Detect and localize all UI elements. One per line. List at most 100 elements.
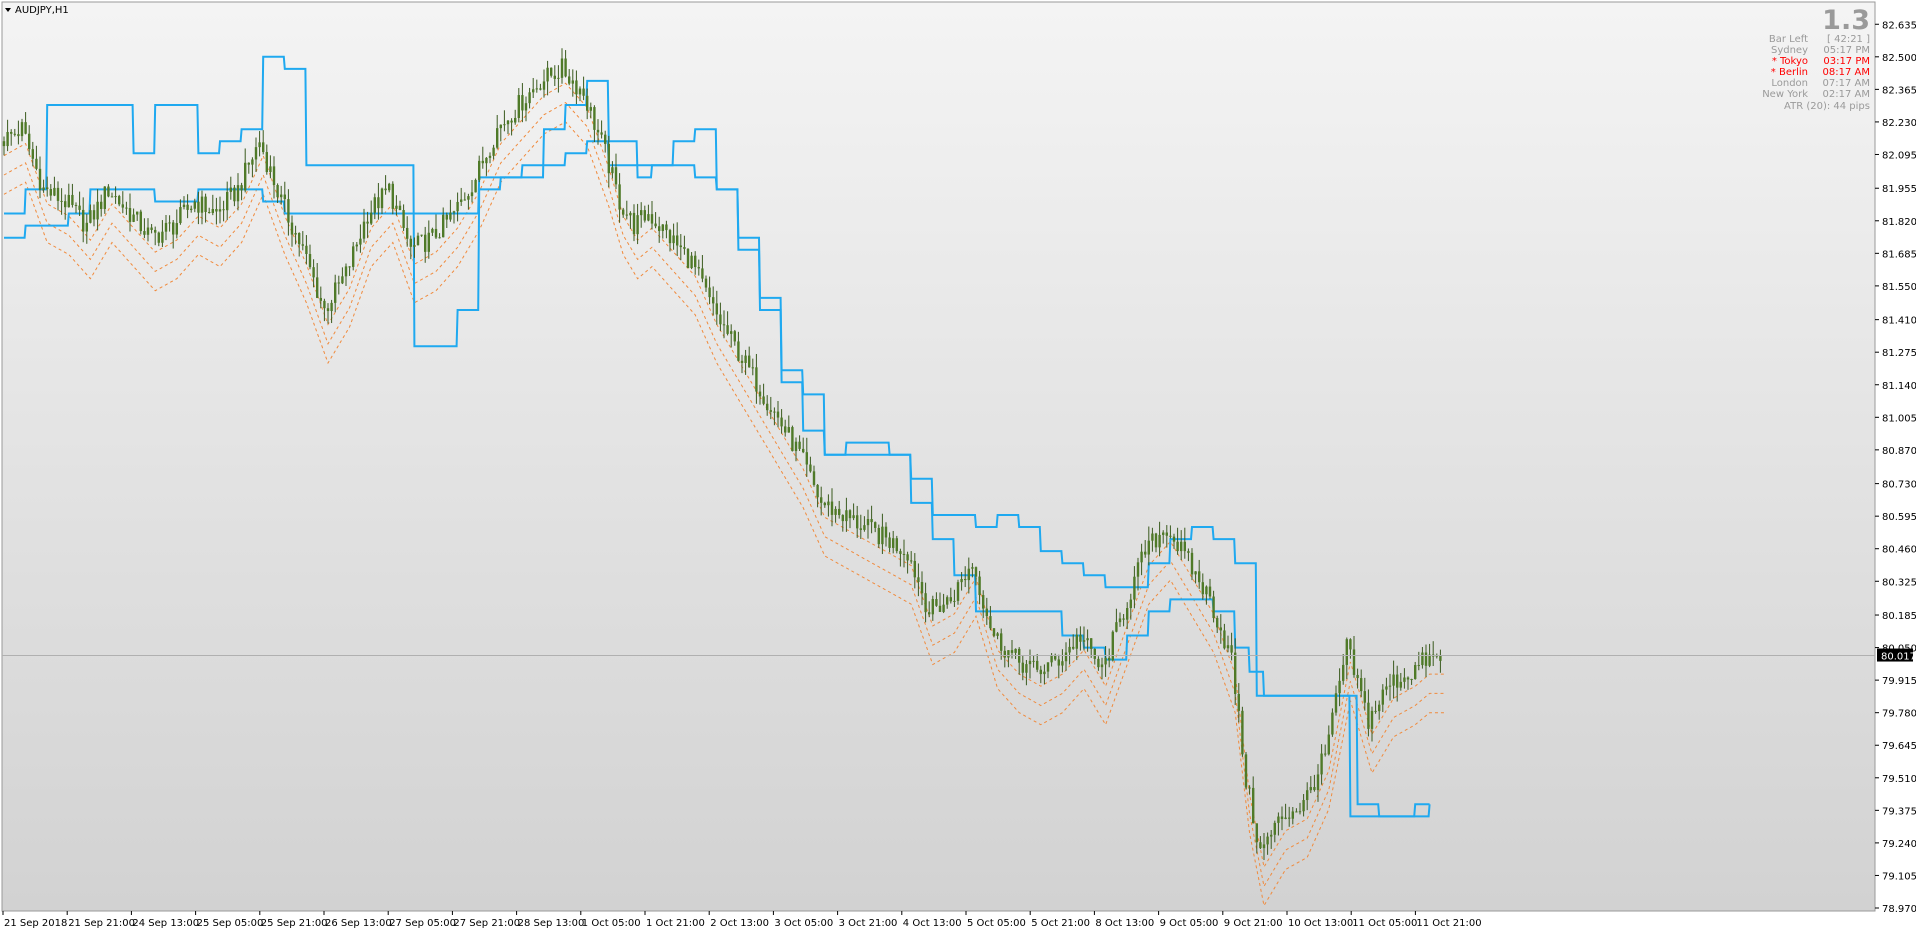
candle-body <box>208 211 211 213</box>
candle-body <box>290 222 294 235</box>
candle-body <box>1406 677 1410 680</box>
x-tick-label: 27 Sep 05:00 <box>389 918 456 929</box>
candle-body <box>798 441 801 449</box>
candle-body <box>218 209 222 212</box>
candle-body <box>190 208 193 210</box>
candle-body <box>1126 608 1129 620</box>
candle-body <box>377 197 380 209</box>
session-label: London <box>1771 78 1808 89</box>
chart-canvas[interactable]: 82.635 82.500 82.365 82.230 82.095 81.955 81.8… <box>0 0 1916 933</box>
candle-body <box>348 266 351 268</box>
candle-body <box>643 210 646 221</box>
candle-body <box>132 214 135 222</box>
candle-body <box>748 355 751 368</box>
x-tick-label: 5 Oct 05:00 <box>967 918 1026 929</box>
candle-body <box>830 501 834 515</box>
y-tick-label: 78.970 <box>1882 904 1916 915</box>
candle-body <box>1313 787 1316 791</box>
y-tick-label: 81.955 <box>1882 184 1916 195</box>
candle-body <box>20 122 24 137</box>
symbol-label[interactable]: AUDJPY,H1 <box>5 5 69 16</box>
candle-body <box>316 277 319 298</box>
candle-body <box>1014 648 1017 653</box>
candle-body <box>31 149 34 159</box>
candle-body <box>445 214 448 220</box>
candle-body <box>841 515 844 522</box>
candle-body <box>614 167 618 185</box>
y-tick-label: 79.645 <box>1882 741 1916 752</box>
candle-body <box>125 207 128 209</box>
candle-body <box>67 194 70 208</box>
candle-body <box>1345 639 1348 665</box>
candle-body <box>960 578 963 583</box>
candle-body <box>388 183 391 191</box>
candle-body <box>269 166 272 173</box>
session-time: 08:17 AM <box>1823 67 1870 78</box>
x-tick-label: 1 Oct 05:00 <box>582 918 641 929</box>
candle-body <box>1291 811 1294 819</box>
candle-body <box>1428 654 1431 666</box>
candle-body <box>1298 811 1302 813</box>
y-tick-label: 80.730 <box>1882 480 1916 491</box>
y-tick-label: 80.595 <box>1882 512 1916 523</box>
candle-body <box>1025 664 1028 673</box>
candle-body <box>1255 823 1258 843</box>
candle-body <box>503 124 506 126</box>
candle-body <box>607 143 610 174</box>
candle-body <box>60 200 63 202</box>
session-time: 02:17 AM <box>1823 89 1870 100</box>
candle-body <box>100 201 103 209</box>
candle-body <box>812 471 816 485</box>
candle-body <box>1133 576 1136 600</box>
candle-body <box>542 81 546 90</box>
candle-body <box>546 67 549 82</box>
candle-body <box>1043 671 1046 675</box>
candle-body <box>276 185 279 198</box>
candle-body <box>964 578 967 581</box>
candle-body <box>1230 645 1233 653</box>
candle-body <box>470 192 474 197</box>
candle-body <box>589 107 592 111</box>
candle-body <box>755 367 758 392</box>
candle-body <box>1187 551 1190 553</box>
candle-body <box>942 604 945 612</box>
y-tick-label: 82.095 <box>1882 150 1916 161</box>
candle-body <box>182 204 186 208</box>
session-label: * Tokyo <box>1772 56 1808 67</box>
x-tick-label: 21 Sep 2018 <box>4 918 67 929</box>
y-tick-label: 79.375 <box>1882 806 1916 817</box>
candle-body <box>200 196 204 213</box>
candle-body <box>1036 660 1039 670</box>
candle-body <box>1190 552 1194 575</box>
candle-body <box>884 526 888 538</box>
candle-body <box>816 484 819 498</box>
candle-body <box>712 297 715 304</box>
candle-body <box>1158 534 1161 548</box>
candle-body <box>496 128 499 148</box>
candle-body <box>704 278 708 288</box>
candle-body <box>510 120 513 123</box>
candle-body <box>1277 816 1280 823</box>
candle-body <box>13 133 16 135</box>
candle-body <box>114 196 117 198</box>
candle-body <box>1198 571 1201 583</box>
candle-body <box>449 212 452 220</box>
candle-body <box>460 199 463 202</box>
candle-body <box>1252 787 1255 824</box>
candle-body <box>539 88 542 90</box>
candle-body <box>1367 702 1370 729</box>
candle-body <box>1068 646 1071 653</box>
y-tick-label: 82.365 <box>1882 85 1916 96</box>
candle-body <box>992 628 996 636</box>
candle-body <box>229 187 232 192</box>
candle-body <box>787 427 790 433</box>
plot-area[interactable] <box>1 1 1876 912</box>
x-tick-label: 4 Oct 13:00 <box>903 918 962 929</box>
symbol-text: AUDJPY,H1 <box>15 5 69 16</box>
candle-body <box>1273 822 1276 835</box>
candle-body <box>1280 816 1284 819</box>
candle-body <box>427 232 430 252</box>
candle-body <box>985 608 988 617</box>
candle-body <box>773 411 776 413</box>
candle-body <box>49 189 52 196</box>
